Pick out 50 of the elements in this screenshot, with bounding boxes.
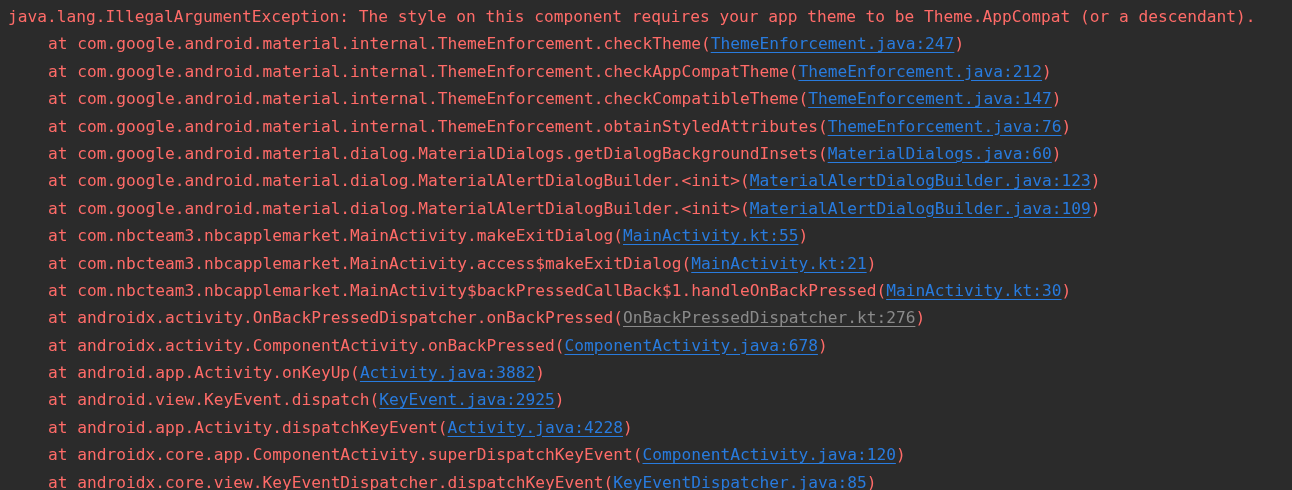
source-link[interactable]: ThemeEnforcement.java:212 bbox=[798, 61, 1043, 81]
source-link[interactable]: ThemeEnforcement.java:247 bbox=[710, 34, 955, 54]
source-link[interactable]: KeyEvent.java:2925 bbox=[379, 390, 555, 410]
closing-paren: ) bbox=[554, 390, 565, 410]
closing-paren: ) bbox=[817, 335, 828, 355]
closing-paren: ) bbox=[866, 253, 877, 273]
source-link[interactable]: ComponentActivity.java:678 bbox=[564, 335, 818, 355]
closing-paren: ) bbox=[1042, 61, 1052, 81]
source-link[interactable]: MaterialDialogs.java:60 bbox=[827, 143, 1052, 163]
stack-frame-call: at androidx.core.app.ComponentActivity.superDispatchKeyEvent( bbox=[48, 445, 643, 465]
closing-paren: ) bbox=[1090, 198, 1101, 218]
closing-paren: ) bbox=[1061, 280, 1072, 300]
closing-paren: ) bbox=[895, 445, 906, 465]
source-link[interactable]: MaterialAlertDialogBuilder.java:109 bbox=[749, 198, 1091, 218]
stack-frame-call: at android.app.Activity.onKeyUp( bbox=[48, 363, 360, 383]
stack-frame-call: at android.view.KeyEvent.dispatch( bbox=[48, 390, 380, 410]
stack-frame-call: at com.nbcteam3.nbcapplemarket.MainActivity.makeExitDialog( bbox=[48, 226, 623, 246]
stack-frame-call: at com.google.android.material.dialog.MaterialDialogs.getDialogBackgroundInsets( bbox=[48, 143, 828, 163]
closing-paren: ) bbox=[535, 363, 546, 383]
source-link[interactable]: ThemeEnforcement.java:147 bbox=[808, 89, 1052, 109]
source-link[interactable]: ThemeEnforcement.java:76 bbox=[827, 116, 1062, 136]
stack-frame-call: at androidx.activity.OnBackPressedDispatcher.onBackPressed( bbox=[48, 308, 623, 328]
source-link[interactable]: ComponentActivity.java:120 bbox=[642, 445, 896, 465]
stack-frame-call: at com.google.android.material.dialog.MaterialAlertDialogBuilder.<init>( bbox=[48, 171, 750, 191]
stack-frame-call: at com.google.android.material.internal.ThemeEnforcement.checkTheme( bbox=[48, 34, 711, 54]
closing-paren: ) bbox=[1061, 116, 1072, 136]
exception-message: java.lang.IllegalArgumentException: The style on this component requires your app theme to be Theme.AppCompat (or a descendant). bbox=[8, 7, 1256, 26]
closing-paren: ) bbox=[623, 417, 633, 437]
closing-paren: ) bbox=[1051, 89, 1062, 109]
source-link[interactable]: Activity.java:4228 bbox=[447, 417, 623, 437]
stack-frame-call: at com.google.android.material.dialog.MaterialAlertDialogBuilder.<init>( bbox=[48, 198, 750, 218]
closing-paren: ) bbox=[915, 308, 926, 328]
stack-frame-call: at androidx.activity.ComponentActivity.onBackPressed( bbox=[48, 335, 565, 355]
source-link[interactable]: Activity.java:3882 bbox=[359, 363, 536, 383]
closing-paren: ) bbox=[1090, 171, 1101, 191]
closing-paren: ) bbox=[798, 226, 809, 246]
source-link[interactable]: MainActivity.kt:55 bbox=[623, 226, 799, 246]
closing-paren: ) bbox=[954, 34, 965, 54]
stack-frame-call: at com.google.android.material.internal.ThemeEnforcement.checkCompatibleTheme( bbox=[48, 89, 809, 109]
source-link[interactable]: MainActivity.kt:30 bbox=[886, 280, 1062, 300]
source-link[interactable]: MainActivity.kt:21 bbox=[691, 253, 867, 273]
stack-frame-call: at com.nbcteam3.nbcapplemarket.MainActivity$backPressedCallBack$1.handleOnBackPressed( bbox=[48, 280, 887, 300]
closing-paren: ) bbox=[866, 472, 877, 490]
stack-frame-call: at com.nbcteam3.nbcapplemarket.MainActivity.access$makeExitDialog( bbox=[48, 253, 692, 273]
stack-frame-call: at com.google.android.material.internal.ThemeEnforcement.obtainStyledAttributes( bbox=[48, 116, 828, 136]
source-link[interactable]: OnBackPressedDispatcher.kt:276 bbox=[623, 308, 916, 328]
stack-frame-call: at android.app.Activity.dispatchKeyEvent( bbox=[48, 417, 448, 437]
stack-frame-call: at com.google.android.material.internal.ThemeEnforcement.checkAppCompatTheme( bbox=[48, 61, 799, 81]
closing-paren: ) bbox=[1051, 143, 1062, 163]
source-link[interactable]: MaterialAlertDialogBuilder.java:123 bbox=[749, 171, 1091, 191]
